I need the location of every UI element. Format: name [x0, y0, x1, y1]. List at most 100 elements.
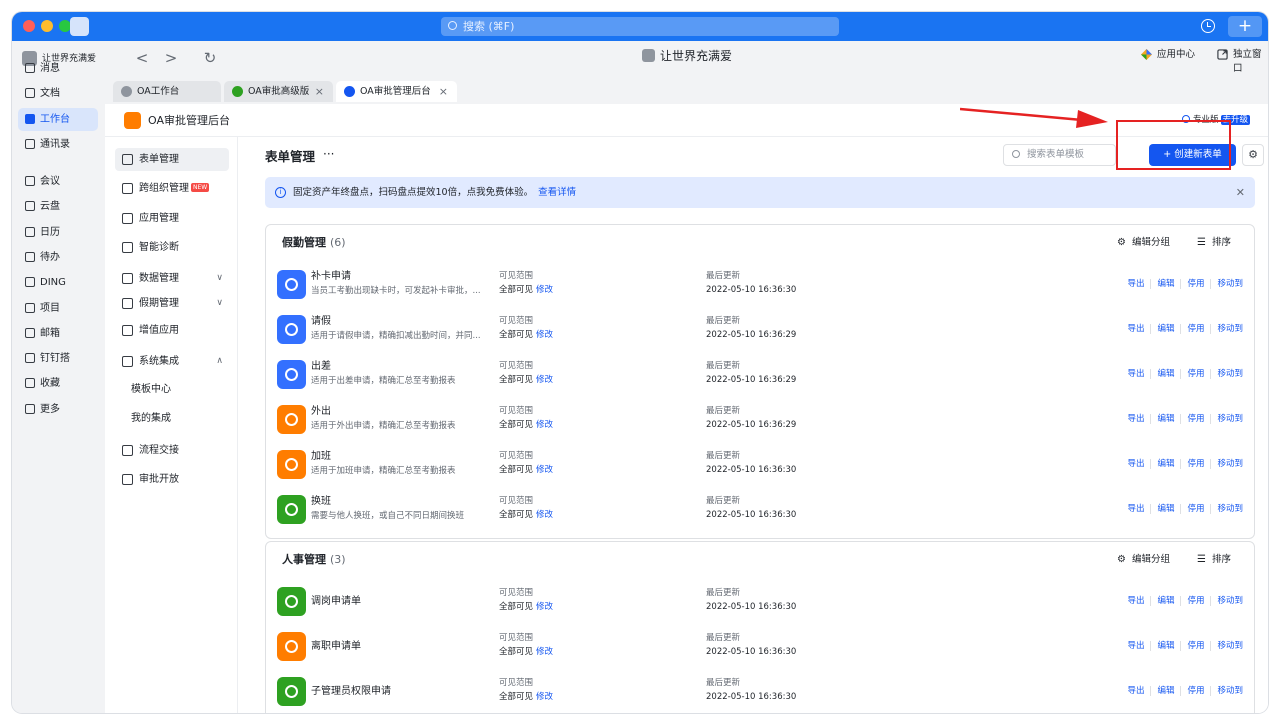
list-item[interactable]: 外出 适用于外出申请，精确汇总至考勤报表 可见范围 全部可见 修改 最后更新 2022-05…	[266, 397, 1254, 442]
move-to-link[interactable]: 移动到	[1210, 459, 1249, 469]
modify-scope-link[interactable]: 修改	[536, 420, 553, 430]
list-item[interactable]: 补卡申请 当员工考勤出现缺卡时，可发起补卡审批，... 可见范围 全部可见 修改 最后更新…	[266, 262, 1254, 307]
modify-scope-link[interactable]: 修改	[536, 465, 553, 475]
close-window-button[interactable]	[23, 20, 35, 32]
nav-item-workbench[interactable]: 工作台	[18, 108, 98, 131]
sidebar-item-cross-org[interactable]: 跨组织管理 NEW	[115, 177, 229, 200]
export-link[interactable]: 导出	[1121, 641, 1150, 651]
list-item[interactable]: 加班 适用于加班申请，精确汇总至考勤报表 可见范围 全部可见 修改 最后更新 2022-05…	[266, 442, 1254, 487]
sidebar-item-value-added[interactable]: 增值应用	[115, 319, 229, 342]
sidebar-item-form-management[interactable]: 表单管理	[115, 148, 229, 171]
edit-link[interactable]: 编辑	[1150, 504, 1181, 514]
list-item[interactable]: 子管理员权限申请 可见范围 全部可见 修改 最后更新 2022-05-10 16:36:3…	[266, 669, 1254, 713]
export-link[interactable]: 导出	[1121, 414, 1150, 424]
forward-button[interactable]: >	[162, 49, 180, 67]
sort-button[interactable]: ☰ 排序	[1196, 236, 1231, 250]
chevron-icon[interactable]: ∨	[216, 267, 223, 290]
disable-link[interactable]: 停用	[1180, 279, 1211, 289]
edit-link[interactable]: 编辑	[1150, 596, 1181, 606]
create-form-button[interactable]: + 创建新表单	[1149, 144, 1236, 166]
nav-item-dingda[interactable]: 钉钉搭	[18, 347, 98, 370]
nav-item-calendar[interactable]: 日历	[18, 221, 98, 244]
nav-item-todo[interactable]: 待办	[18, 246, 98, 269]
modify-scope-link[interactable]: 修改	[536, 330, 553, 340]
move-to-link[interactable]: 移动到	[1210, 504, 1249, 514]
nav-item-drive[interactable]: 云盘	[18, 195, 98, 218]
close-tab-icon[interactable]: ×	[439, 81, 448, 102]
minimize-window-button[interactable]	[41, 20, 53, 32]
sidebar-item-template-center[interactable]: 模板中心	[115, 378, 229, 401]
disable-link[interactable]: 停用	[1180, 324, 1211, 334]
sidebar-item-app-management[interactable]: 应用管理	[115, 207, 229, 230]
add-button[interactable]: +	[1228, 16, 1262, 37]
global-search-input[interactable]: 搜索 (⌘F)	[441, 17, 839, 36]
modify-scope-link[interactable]: 修改	[536, 285, 553, 295]
export-link[interactable]: 导出	[1121, 686, 1150, 696]
list-item[interactable]: 请假 适用于请假申请，精确扣减出勤时间，并同... 可见范围 全部可见 修改 最后更新 20…	[266, 307, 1254, 352]
move-to-link[interactable]: 移动到	[1210, 686, 1249, 696]
history-icon[interactable]	[1201, 19, 1215, 33]
list-item[interactable]: 调岗申请单 可见范围 全部可见 修改 最后更新 2022-05-10 16:36:30 导出…	[266, 579, 1254, 624]
nav-item-projects[interactable]: 项目	[18, 297, 98, 320]
disable-link[interactable]: 停用	[1180, 686, 1211, 696]
edit-link[interactable]: 编辑	[1150, 279, 1181, 289]
list-item[interactable]: 出差 适用于出差申请，精确汇总至考勤报表 可见范围 全部可见 修改 最后更新 2022-05…	[266, 352, 1254, 397]
disable-link[interactable]: 停用	[1180, 414, 1211, 424]
edit-link[interactable]: 编辑	[1150, 369, 1181, 379]
list-item[interactable]: 换班 需要与他人换班，或自己不同日期间换班 可见范围 全部可见 修改 最后更新 2022-0…	[266, 487, 1254, 532]
move-to-link[interactable]: 移动到	[1210, 596, 1249, 606]
modify-scope-link[interactable]: 修改	[536, 375, 553, 385]
settings-gear-icon[interactable]: ⚙	[1242, 144, 1264, 166]
modify-scope-link[interactable]: 修改	[536, 510, 553, 520]
sidebar-item-data-management[interactable]: 数据管理 ∨	[115, 267, 229, 290]
chevron-icon[interactable]: ∧	[216, 350, 223, 373]
disable-link[interactable]: 停用	[1180, 504, 1211, 514]
chevron-icon[interactable]: ∨	[216, 292, 223, 315]
refresh-button[interactable]: ↻	[201, 49, 219, 67]
app-center-button[interactable]: 应用中心	[1141, 48, 1195, 62]
nav-item-favorites[interactable]: 收藏	[18, 372, 98, 395]
move-to-link[interactable]: 移动到	[1210, 369, 1249, 379]
export-link[interactable]: 导出	[1121, 459, 1150, 469]
sidebar-item-approval-open[interactable]: 审批开放	[115, 468, 229, 491]
move-to-link[interactable]: 移动到	[1210, 414, 1249, 424]
export-link[interactable]: 导出	[1121, 596, 1150, 606]
move-to-link[interactable]: 移动到	[1210, 279, 1249, 289]
modify-scope-link[interactable]: 修改	[536, 647, 553, 657]
upgrade-button[interactable]: 去升级	[1220, 115, 1251, 125]
more-options-icon[interactable]: ···	[323, 147, 334, 161]
sidebar-item-system-integration[interactable]: 系统集成 ∧	[115, 350, 229, 373]
nav-item-contacts[interactable]: 通讯录	[18, 133, 98, 156]
close-tab-icon[interactable]: ×	[315, 81, 324, 102]
edit-group-button[interactable]: ⚙ 编辑分组	[1116, 236, 1170, 250]
sidebar-item-my-integrations[interactable]: 我的集成	[115, 407, 229, 430]
detach-window-button[interactable]: 独立窗口	[1217, 48, 1268, 76]
move-to-link[interactable]: 移动到	[1210, 641, 1249, 651]
tab-oa-workbench[interactable]: OA工作台	[113, 81, 221, 102]
edit-link[interactable]: 编辑	[1150, 686, 1181, 696]
back-button[interactable]: <	[133, 49, 151, 67]
modify-scope-link[interactable]: 修改	[536, 692, 553, 702]
nav-item-more[interactable]: 更多	[18, 398, 98, 421]
export-link[interactable]: 导出	[1121, 324, 1150, 334]
nav-item-mail[interactable]: 邮箱	[18, 322, 98, 345]
modify-scope-link[interactable]: 修改	[536, 602, 553, 612]
disable-link[interactable]: 停用	[1180, 596, 1211, 606]
nav-item-meetings[interactable]: 会议	[18, 170, 98, 193]
nav-item-messages[interactable]: 消息	[18, 57, 98, 80]
move-to-link[interactable]: 移动到	[1210, 324, 1249, 334]
form-template-search-input[interactable]: 搜索表单模板	[1003, 144, 1116, 166]
tab-oa-approval-advanced[interactable]: OA审批高级版 ×	[224, 81, 333, 102]
edit-link[interactable]: 编辑	[1150, 414, 1181, 424]
sidebar-item-process-handover[interactable]: 流程交接	[115, 439, 229, 462]
nav-item-docs[interactable]: 文档	[18, 82, 98, 105]
tab-oa-approval-admin[interactable]: OA审批管理后台 ×	[336, 81, 457, 102]
disable-link[interactable]: 停用	[1180, 459, 1211, 469]
edit-link[interactable]: 编辑	[1150, 324, 1181, 334]
export-link[interactable]: 导出	[1121, 369, 1150, 379]
sidebar-item-smart-diagnosis[interactable]: 智能诊断	[115, 236, 229, 259]
edit-group-button[interactable]: ⚙ 编辑分组	[1116, 553, 1170, 567]
list-item[interactable]: 离职申请单 可见范围 全部可见 修改 最后更新 2022-05-10 16:36:30 导出…	[266, 624, 1254, 669]
edit-link[interactable]: 编辑	[1150, 641, 1181, 651]
disable-link[interactable]: 停用	[1180, 369, 1211, 379]
